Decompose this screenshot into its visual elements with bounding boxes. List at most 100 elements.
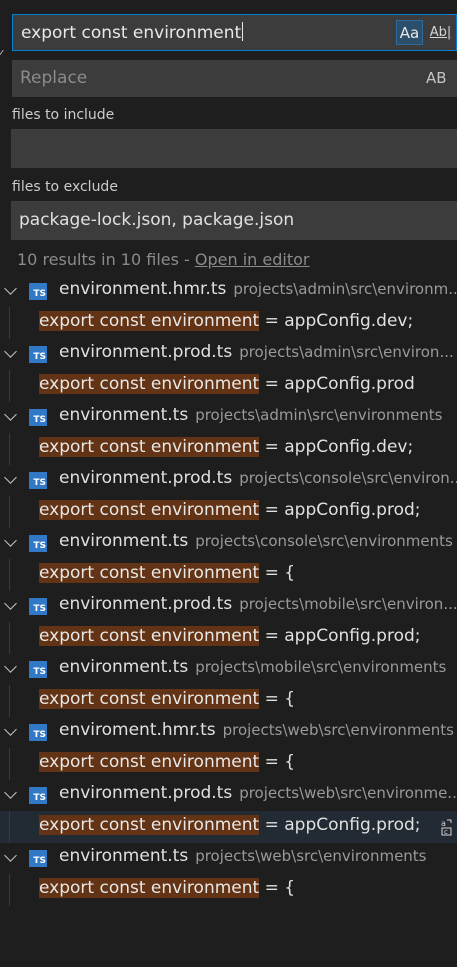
typescript-file-icon: TS (29, 409, 47, 426)
files-to-exclude-label: files to exclude (12, 179, 118, 195)
result-match-row[interactable]: export const environment = appConfig.pro… (0, 622, 457, 654)
svg-text:c: c (444, 828, 448, 836)
chevron-down-icon[interactable] (4, 534, 17, 547)
result-match-row[interactable]: export const environment = appConfig.dev… (0, 433, 457, 465)
chevron-down-icon[interactable] (4, 660, 17, 673)
text-caret (242, 22, 244, 41)
indent-guide (9, 874, 10, 906)
match-highlight: export const environment (39, 626, 260, 646)
result-file-row[interactable]: TS environment.ts projects\admin\src\envi… (0, 402, 457, 433)
result-match-row[interactable]: export const environment = appConfig.pro… (0, 496, 457, 528)
match-rest: = { (259, 563, 296, 583)
chevron-down-icon[interactable] (4, 345, 17, 358)
match-rest: = appConfig.prod (259, 374, 415, 394)
result-file-name: environment.ts (59, 531, 189, 551)
result-file-name: environment.ts (59, 657, 189, 677)
indent-guide (9, 685, 10, 717)
result-match-row[interactable]: export const environment = { (0, 874, 457, 906)
match-rest: = appConfig.dev; (259, 311, 414, 331)
result-file-name: environment.prod.ts (59, 783, 233, 803)
chevron-down-icon[interactable] (4, 408, 17, 421)
indent-guide (9, 496, 10, 528)
search-input[interactable]: export const environment Aa Ab| (12, 14, 457, 51)
result-match-row[interactable]: export const environment = appConfig.dev… (0, 307, 457, 339)
replace-placeholder: Replace (20, 68, 88, 88)
result-file-name: environment.ts (59, 846, 189, 866)
match-highlight: export const environment (39, 563, 260, 583)
match-highlight: export const environment (39, 878, 260, 898)
typescript-file-icon: TS (29, 346, 47, 363)
match-highlight: export const environment (39, 815, 260, 835)
match-case-icon[interactable]: Aa (396, 20, 423, 45)
search-input-value: export const environment (21, 22, 244, 43)
result-file-row[interactable]: TS environment.prod.ts projects\web\src\e… (0, 780, 457, 811)
toggle-replace-icon[interactable] (0, 50, 12, 58)
match-highlight: export const environment (39, 374, 260, 394)
result-file-name: environment.hmr.ts (59, 279, 227, 299)
result-file-path: projects\admin\src\environ... (239, 343, 454, 361)
result-file-path: projects\console\src\environments (195, 532, 453, 550)
replace-input[interactable]: Replace AB (12, 60, 457, 97)
result-file-path: projects\web\src\environments (222, 721, 454, 739)
result-file-row[interactable]: TS environment.prod.ts projects\mobile\sr… (0, 591, 457, 622)
match-rest: = appConfig.dev; (259, 437, 414, 457)
chevron-down-icon[interactable] (4, 723, 17, 736)
indent-guide (9, 811, 10, 843)
files-to-include-label: files to include (12, 107, 115, 123)
indent-guide (9, 433, 10, 465)
search-panel: export const environment Aa Ab| Replace … (0, 0, 457, 967)
result-file-row[interactable]: TS environment.ts projects\web\src\enviro… (0, 843, 457, 874)
result-match-row[interactable]: export const environment = { (0, 559, 457, 591)
chevron-down-icon[interactable] (4, 849, 17, 862)
result-file-path: projects\web\src\environments (195, 847, 427, 865)
typescript-file-icon: TS (29, 283, 47, 300)
result-file-row[interactable]: TS enviroment.hmr.ts projects\web\src\env… (0, 717, 457, 748)
open-in-editor-link[interactable]: Open in editor (195, 250, 310, 269)
typescript-file-icon: TS (29, 535, 47, 552)
match-rest: = appConfig.prod; (259, 815, 421, 835)
typescript-file-icon: TS (29, 787, 47, 804)
result-file-row[interactable]: TS environment.prod.ts projects\console\s… (0, 465, 457, 496)
match-rest: = { (259, 752, 296, 772)
match-highlight: export const environment (39, 752, 260, 772)
result-file-name: environment.prod.ts (59, 468, 233, 488)
typescript-file-icon: TS (29, 661, 47, 678)
chevron-down-icon[interactable] (4, 282, 17, 295)
files-to-exclude-input[interactable]: package-lock.json, package.json (11, 201, 457, 240)
result-file-path: projects\admin\src\environments (195, 406, 443, 424)
chevron-down-icon[interactable] (4, 597, 17, 610)
result-file-name: enviroment.hmr.ts (59, 720, 216, 740)
result-file-path: projects\web\src\environme... (239, 784, 457, 802)
result-file-path: projects\mobile\src\environ... (239, 595, 457, 613)
result-match-row[interactable]: export const environment = { (0, 748, 457, 780)
files-to-include-input[interactable] (11, 129, 457, 168)
indent-guide (9, 748, 10, 780)
chevron-down-icon[interactable] (4, 786, 17, 799)
results-summary: 10 results in 10 files - Open in editor (17, 250, 309, 269)
files-to-exclude-value: package-lock.json, package.json (19, 210, 295, 230)
match-highlight: export const environment (39, 500, 260, 520)
typescript-file-icon: TS (29, 850, 47, 867)
match-highlight: export const environment (39, 311, 260, 331)
result-file-row[interactable]: TS environment.ts projects\mobile\src\env… (0, 654, 457, 685)
result-file-path: projects\mobile\src\environments (195, 658, 447, 676)
result-match-row[interactable]: export const environment = appConfig.pro… (0, 370, 457, 402)
result-file-path: projects\admin\src\environm... (233, 280, 457, 298)
result-match-row-selected[interactable]: export const environment = appConfig.pro… (0, 811, 457, 843)
indent-guide (9, 622, 10, 654)
result-file-row[interactable]: TS environment.prod.ts projects\admin\src… (0, 339, 457, 370)
chevron-down-icon[interactable] (4, 471, 17, 484)
match-whole-word-icon[interactable]: Ab| (427, 20, 454, 45)
svg-text:a: a (441, 819, 446, 828)
match-rest: = appConfig.prod; (259, 626, 421, 646)
typescript-file-icon: TS (29, 724, 47, 741)
replace-match-icon[interactable]: a c (440, 818, 454, 836)
match-rest: = { (259, 878, 296, 898)
result-file-row[interactable]: TS environment.hmr.ts projects\admin\src\… (0, 276, 457, 307)
preserve-case-icon[interactable]: AB (426, 69, 447, 87)
result-file-name: environment.prod.ts (59, 342, 233, 362)
typescript-file-icon: TS (29, 598, 47, 615)
result-file-row[interactable]: TS environment.ts projects\console\src\en… (0, 528, 457, 559)
indent-guide (9, 370, 10, 402)
result-match-row[interactable]: export const environment = { (0, 685, 457, 717)
